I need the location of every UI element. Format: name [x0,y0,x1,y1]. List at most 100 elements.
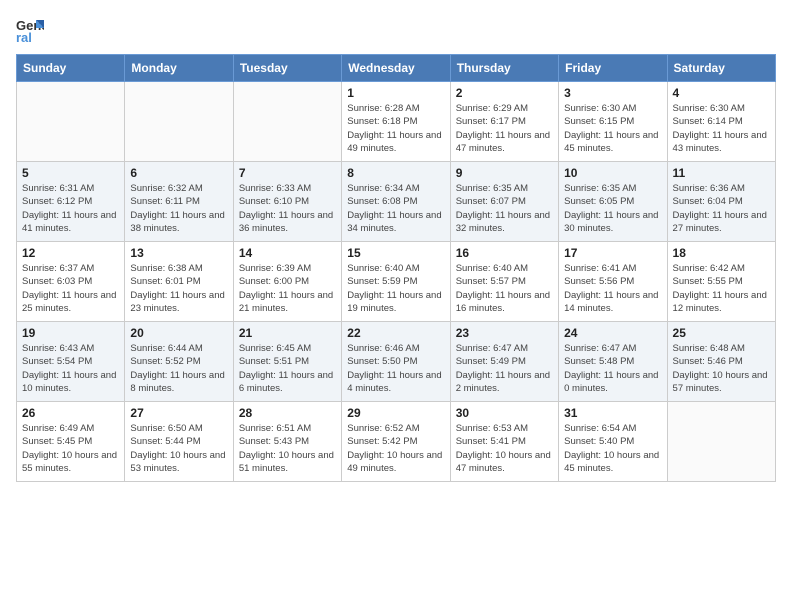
day-number: 29 [347,406,444,420]
day-info: Sunrise: 6:46 AM Sunset: 5:50 PM Dayligh… [347,342,444,395]
day-info: Sunrise: 6:40 AM Sunset: 5:59 PM Dayligh… [347,262,444,315]
day-number: 30 [456,406,553,420]
day-info: Sunrise: 6:38 AM Sunset: 6:01 PM Dayligh… [130,262,227,315]
week-row-2: 12Sunrise: 6:37 AM Sunset: 6:03 PM Dayli… [17,242,776,322]
day-number: 17 [564,246,661,260]
day-number: 22 [347,326,444,340]
day-info: Sunrise: 6:49 AM Sunset: 5:45 PM Dayligh… [22,422,119,475]
calendar-cell: 28 Sunrise: 6:51 AM Sunset: 5:43 PM Dayli… [233,402,341,482]
calendar-cell: 21 Sunrise: 6:45 AM Sunset: 5:51 PM Dayli… [233,322,341,402]
day-info: Sunrise: 6:41 AM Sunset: 5:56 PM Dayligh… [564,262,661,315]
day-info: Sunrise: 6:40 AM Sunset: 5:57 PM Dayligh… [456,262,553,315]
weekday-header-friday: Friday [559,55,667,82]
calendar-table: SundayMondayTuesdayWednesdayThursdayFrid… [16,54,776,482]
calendar-cell: 18 Sunrise: 6:42 AM Sunset: 5:55 PM Dayli… [667,242,775,322]
calendar-cell: 12Sunrise: 6:37 AM Sunset: 6:03 PM Dayli… [17,242,125,322]
day-number: 9 [456,166,553,180]
day-info: Sunrise: 6:31 AM Sunset: 6:12 PM Dayligh… [22,182,119,235]
calendar-cell: 29 Sunrise: 6:52 AM Sunset: 5:42 PM Dayli… [342,402,450,482]
week-row-3: 19 Sunrise: 6:43 AM Sunset: 5:54 PM Dayli… [17,322,776,402]
calendar-cell: 10 Sunrise: 6:35 AM Sunset: 6:05 PM Dayli… [559,162,667,242]
day-info: Sunrise: 6:35 AM Sunset: 6:05 PM Dayligh… [564,182,661,235]
day-number: 23 [456,326,553,340]
day-info: Sunrise: 6:53 AM Sunset: 5:41 PM Dayligh… [456,422,553,475]
day-number: 1 [347,86,444,100]
weekday-header-wednesday: Wednesday [342,55,450,82]
calendar-cell: 13 Sunrise: 6:38 AM Sunset: 6:01 PM Dayli… [125,242,233,322]
week-row-0: 1Sunrise: 6:28 AM Sunset: 6:18 PM Daylig… [17,82,776,162]
calendar-cell: 2 Sunrise: 6:29 AM Sunset: 6:17 PM Daylig… [450,82,558,162]
calendar-cell: 19 Sunrise: 6:43 AM Sunset: 5:54 PM Dayli… [17,322,125,402]
calendar-cell: 9 Sunrise: 6:35 AM Sunset: 6:07 PM Daylig… [450,162,558,242]
calendar-cell: 26Sunrise: 6:49 AM Sunset: 5:45 PM Dayli… [17,402,125,482]
day-number: 3 [564,86,661,100]
day-number: 15 [347,246,444,260]
day-info: Sunrise: 6:54 AM Sunset: 5:40 PM Dayligh… [564,422,661,475]
day-info: Sunrise: 6:33 AM Sunset: 6:10 PM Dayligh… [239,182,336,235]
day-number: 10 [564,166,661,180]
calendar-cell: 25 Sunrise: 6:48 AM Sunset: 5:46 PM Dayli… [667,322,775,402]
day-number: 4 [673,86,770,100]
day-number: 11 [673,166,770,180]
day-info: Sunrise: 6:52 AM Sunset: 5:42 PM Dayligh… [347,422,444,475]
day-info: Sunrise: 6:47 AM Sunset: 5:49 PM Dayligh… [456,342,553,395]
day-number: 2 [456,86,553,100]
calendar-cell [667,402,775,482]
calendar-cell: 5 Sunrise: 6:31 AM Sunset: 6:12 PM Daylig… [17,162,125,242]
week-row-1: 5 Sunrise: 6:31 AM Sunset: 6:12 PM Daylig… [17,162,776,242]
calendar-cell: 1Sunrise: 6:28 AM Sunset: 6:18 PM Daylig… [342,82,450,162]
svg-text:ral: ral [16,30,32,44]
calendar-cell: 8Sunrise: 6:34 AM Sunset: 6:08 PM Daylig… [342,162,450,242]
day-number: 14 [239,246,336,260]
calendar-cell: 15 Sunrise: 6:40 AM Sunset: 5:59 PM Dayli… [342,242,450,322]
day-info: Sunrise: 6:47 AM Sunset: 5:48 PM Dayligh… [564,342,661,395]
weekday-header-sunday: Sunday [17,55,125,82]
weekday-header-saturday: Saturday [667,55,775,82]
day-info: Sunrise: 6:30 AM Sunset: 6:14 PM Dayligh… [673,102,770,155]
day-number: 6 [130,166,227,180]
calendar-cell: 16 Sunrise: 6:40 AM Sunset: 5:57 PM Dayli… [450,242,558,322]
day-number: 18 [673,246,770,260]
calendar-cell: 14 Sunrise: 6:39 AM Sunset: 6:00 PM Dayli… [233,242,341,322]
calendar-cell: 24 Sunrise: 6:47 AM Sunset: 5:48 PM Dayli… [559,322,667,402]
calendar-cell: 4 Sunrise: 6:30 AM Sunset: 6:14 PM Daylig… [667,82,775,162]
calendar-cell [233,82,341,162]
calendar-cell [125,82,233,162]
weekday-header-thursday: Thursday [450,55,558,82]
day-number: 16 [456,246,553,260]
day-number: 5 [22,166,119,180]
day-info: Sunrise: 6:39 AM Sunset: 6:00 PM Dayligh… [239,262,336,315]
day-number: 12 [22,246,119,260]
calendar-cell: 3 Sunrise: 6:30 AM Sunset: 6:15 PM Daylig… [559,82,667,162]
day-number: 25 [673,326,770,340]
day-info: Sunrise: 6:30 AM Sunset: 6:15 PM Dayligh… [564,102,661,155]
day-number: 28 [239,406,336,420]
day-info: Sunrise: 6:29 AM Sunset: 6:17 PM Dayligh… [456,102,553,155]
day-info: Sunrise: 6:48 AM Sunset: 5:46 PM Dayligh… [673,342,770,395]
day-number: 24 [564,326,661,340]
day-info: Sunrise: 6:42 AM Sunset: 5:55 PM Dayligh… [673,262,770,315]
day-number: 13 [130,246,227,260]
calendar-cell: 27 Sunrise: 6:50 AM Sunset: 5:44 PM Dayli… [125,402,233,482]
day-number: 27 [130,406,227,420]
calendar-cell: 20 Sunrise: 6:44 AM Sunset: 5:52 PM Dayli… [125,322,233,402]
weekday-header-tuesday: Tuesday [233,55,341,82]
day-info: Sunrise: 6:35 AM Sunset: 6:07 PM Dayligh… [456,182,553,235]
day-info: Sunrise: 6:45 AM Sunset: 5:51 PM Dayligh… [239,342,336,395]
calendar-cell: 6 Sunrise: 6:32 AM Sunset: 6:11 PM Daylig… [125,162,233,242]
calendar-cell: 11 Sunrise: 6:36 AM Sunset: 6:04 PM Dayli… [667,162,775,242]
day-number: 20 [130,326,227,340]
day-info: Sunrise: 6:43 AM Sunset: 5:54 PM Dayligh… [22,342,119,395]
day-info: Sunrise: 6:51 AM Sunset: 5:43 PM Dayligh… [239,422,336,475]
day-number: 7 [239,166,336,180]
day-number: 31 [564,406,661,420]
day-info: Sunrise: 6:50 AM Sunset: 5:44 PM Dayligh… [130,422,227,475]
weekday-header-monday: Monday [125,55,233,82]
day-info: Sunrise: 6:44 AM Sunset: 5:52 PM Dayligh… [130,342,227,395]
day-info: Sunrise: 6:32 AM Sunset: 6:11 PM Dayligh… [130,182,227,235]
day-info: Sunrise: 6:36 AM Sunset: 6:04 PM Dayligh… [673,182,770,235]
calendar-cell: 31 Sunrise: 6:54 AM Sunset: 5:40 PM Dayli… [559,402,667,482]
day-number: 19 [22,326,119,340]
day-number: 21 [239,326,336,340]
calendar-cell [17,82,125,162]
